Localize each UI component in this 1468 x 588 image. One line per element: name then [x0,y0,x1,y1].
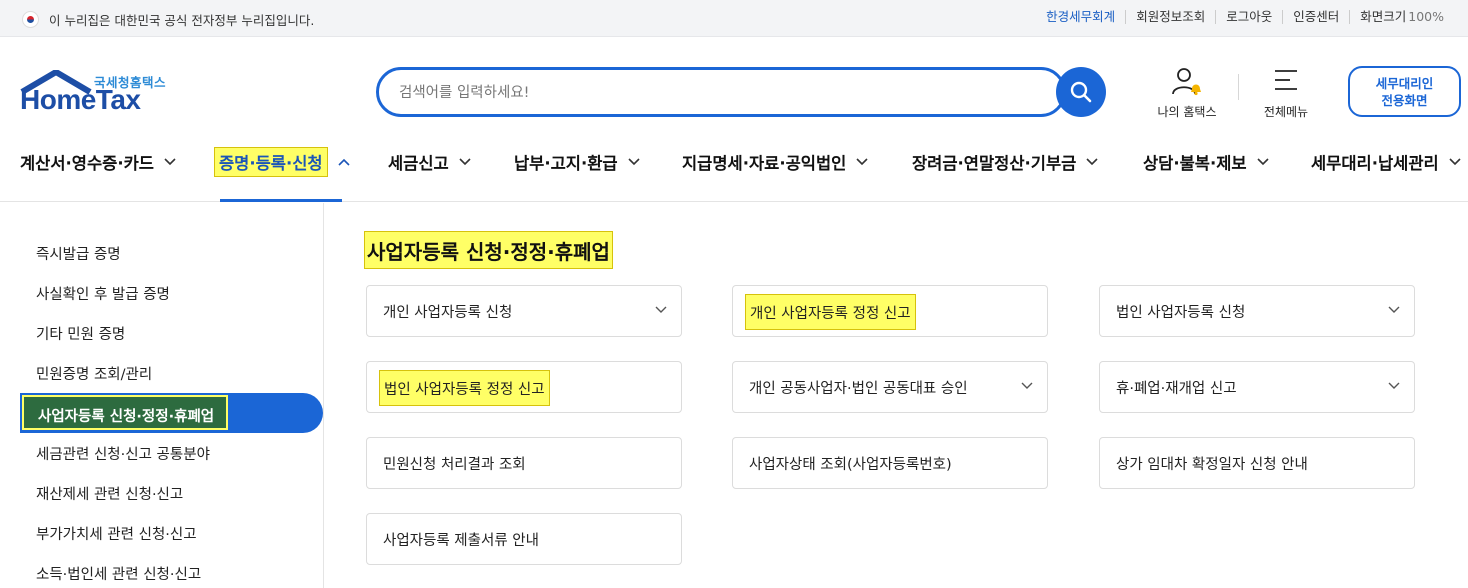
main-nav: 계산서·영수증·카드 증명·등록·신청 세금신고 납부·고지·환급 지급명세·자… [0,140,1468,202]
all-menu-button[interactable]: 전체메뉴 [1254,66,1318,120]
sidebar-item-common-filing[interactable]: 세금관련 신청·신고 공통분야 [36,443,210,464]
card-label: 개인 사업자등록 신청 [383,305,513,321]
chevron-down-icon [628,158,640,166]
nav-item-statements[interactable]: 지급명세·자료·공익법인 [682,149,868,175]
nav-item-label: 세무대리·납세관리 [1311,154,1439,173]
active-nav-underline [220,199,342,202]
section-title: 사업자등록 신청·정정·휴폐업 [364,231,613,269]
gov-notice-text: 이 누리집은 대한민국 공식 전자정부 누리집입니다. [49,13,315,28]
user-bell-icon [1172,68,1201,96]
sidebar-item-other-certificate[interactable]: 기타 민원 증명 [36,323,125,344]
logo-en-text: HomeTax [20,84,141,115]
chevron-down-icon [1257,158,1269,166]
nav-item-label: 계산서·영수증·카드 [20,154,154,173]
gov-notice: 이 누리집은 대한민국 공식 전자정부 누리집입니다. [22,10,314,29]
card-individual-correction[interactable]: 개인 사업자등록 정정 신고 [732,285,1048,337]
search-box [376,67,1066,117]
sidebar-item-instant-certificate[interactable]: 즉시발급 증명 [36,243,121,264]
nav-item-consulting[interactable]: 상담·불복·제보 [1143,149,1269,175]
util-link-cert-center[interactable]: 인증센터 [1282,10,1349,24]
chevron-down-icon [1086,158,1098,166]
card-label: 휴·폐업·재개업 신고 [1116,381,1237,397]
card-closure-reopen[interactable]: 휴·폐업·재개업 신고 [1099,361,1415,413]
chevron-down-icon [1388,382,1400,389]
card-label: 법인 사업자등록 정정 신고 [379,370,550,406]
util-link-member-info[interactable]: 회원정보조회 [1125,10,1215,24]
nav-item-invoices[interactable]: 계산서·영수증·카드 [20,149,176,175]
sidebar-item-vat[interactable]: 부가가치세 관련 신청·신고 [36,523,197,544]
nav-item-tax-agent[interactable]: 세무대리·납세관리 [1311,149,1461,175]
chevron-down-icon [1388,306,1400,313]
sidebar-item-property-tax[interactable]: 재산제세 관련 신청·신고 [36,483,183,504]
sidebar-item-fact-check-certificate[interactable]: 사실확인 후 발급 증명 [36,283,170,304]
search-bar [376,67,1106,117]
chevron-down-icon [655,306,667,313]
nav-item-label: 증명·등록·신청 [214,147,328,177]
sidebar-item-label: 사업자등록 신청·정정·휴폐업 [22,395,229,430]
nav-item-label: 납부·고지·환급 [514,154,618,173]
utility-links: 한경세무회계 회원정보조회 로그아웃 인증센터 화면크기 100% [1036,10,1454,24]
my-hometax-button[interactable]: 나의 홈택스 [1150,66,1224,120]
chevron-down-icon [856,158,868,166]
card-label: 개인 사업자등록 정정 신고 [745,294,916,330]
header-divider [1238,74,1239,100]
nav-item-tax-filing[interactable]: 세금신고 [388,149,471,175]
card-lease-fixed-date[interactable]: 상가 임대차 확정일자 신청 안내 [1099,437,1415,489]
card-label: 상가 임대차 확정일자 신청 안내 [1116,457,1308,473]
nav-item-label: 장려금·연말정산·기부금 [912,154,1077,173]
nav-item-certificates[interactable]: 증명·등록·신청 [214,147,350,177]
search-button[interactable] [1056,67,1106,117]
card-label: 사업자상태 조회(사업자등록번호) [749,457,952,473]
card-required-documents[interactable]: 사업자등록 제출서류 안내 [366,513,682,565]
sidebar-item-certificate-lookup[interactable]: 민원증명 조회/관리 [36,363,152,384]
card-label: 법인 사업자등록 신청 [1116,305,1246,321]
card-label: 민원신청 처리결과 조회 [383,457,526,473]
card-corporate-correction[interactable]: 법인 사업자등록 정정 신고 [366,361,682,413]
zoom-control[interactable]: 화면크기 100% [1349,10,1454,24]
card-joint-business-approval[interactable]: 개인 공동사업자·법인 공동대표 승인 [732,361,1048,413]
search-icon [1070,81,1092,103]
all-menu-label: 전체메뉴 [1263,105,1309,119]
agent-label-line2: 전용화면 [1381,93,1428,108]
sidebar-item-business-registration[interactable]: 사업자등록 신청·정정·휴폐업 [20,393,323,433]
card-individual-registration[interactable]: 개인 사업자등록 신청 [366,285,682,337]
nav-item-incentives[interactable]: 장려금·연말정산·기부금 [912,149,1098,175]
chevron-down-icon [1021,382,1033,389]
gov-topbar: 이 누리집은 대한민국 공식 전자정부 누리집입니다. 한경세무회계 회원정보조… [0,0,1468,37]
card-label: 개인 공동사업자·법인 공동대표 승인 [749,381,968,397]
korea-flag-icon [22,11,39,28]
card-label: 사업자등록 제출서류 안내 [383,533,539,549]
util-link-logout[interactable]: 로그아웃 [1215,10,1282,24]
nav-item-label: 지급명세·자료·공익법인 [682,154,847,173]
tax-agent-screen-button[interactable]: 세무대리인 전용화면 [1348,66,1461,117]
hometax-logo[interactable]: 국세청홈택스 HomeTax [20,70,172,120]
search-input[interactable] [399,82,1039,104]
chevron-down-icon [459,158,471,166]
sidebar-item-income-corporate-tax[interactable]: 소득·법인세 관련 신청·신고 [36,563,201,584]
hamburger-menu-icon [1275,70,1297,90]
zoom-label: 화면크기 [1360,9,1407,24]
chevron-up-icon [338,158,350,166]
util-link-company[interactable]: 한경세무회계 [1036,10,1125,24]
card-request-result-lookup[interactable]: 민원신청 처리결과 조회 [366,437,682,489]
card-corporate-registration[interactable]: 법인 사업자등록 신청 [1099,285,1415,337]
zoom-value: 100% [1408,9,1444,24]
agent-label-line1: 세무대리인 [1375,76,1434,91]
my-hometax-label: 나의 홈택스 [1157,105,1217,119]
sidebar: 즉시발급 증명 사실확인 후 발급 증명 기타 민원 증명 민원증명 조회/관리… [0,203,324,588]
chevron-down-icon [164,158,176,166]
card-business-status-lookup[interactable]: 사업자상태 조회(사업자등록번호) [732,437,1048,489]
nav-item-payment[interactable]: 납부·고지·환급 [514,149,640,175]
chevron-down-icon [1449,158,1461,166]
nav-item-label: 상담·불복·제보 [1143,154,1247,173]
nav-item-label: 세금신고 [388,154,449,173]
